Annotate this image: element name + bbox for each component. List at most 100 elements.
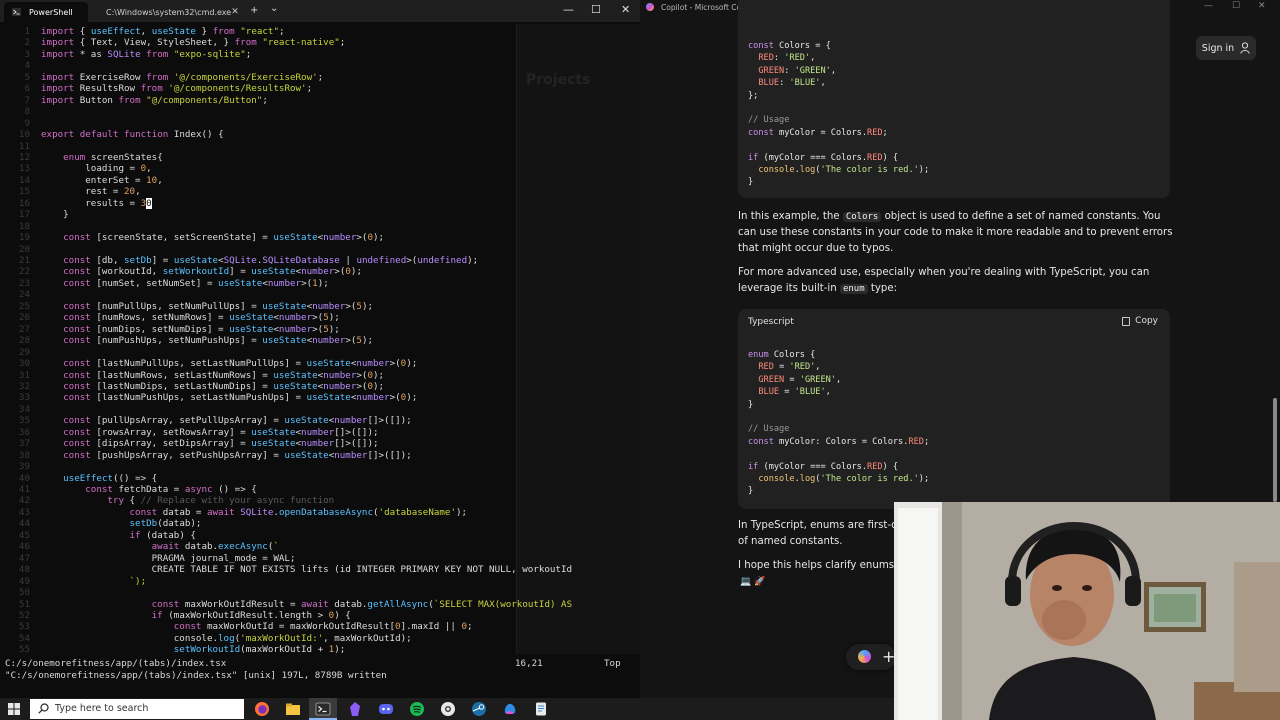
vim-status-line: C:/s/onemorefitness/app/(tabs)/index.tsx… xyxy=(0,658,640,670)
firefox-icon[interactable] xyxy=(254,701,270,717)
minimize-icon[interactable]: — xyxy=(1204,1,1213,11)
code-line: 40 useEffect(() => { xyxy=(0,473,640,484)
line-number: 31 xyxy=(18,369,30,381)
line-text: setDb(datab); xyxy=(129,518,202,530)
line-text: if (datab) { xyxy=(129,529,196,541)
close-tab-icon[interactable]: ✕ xyxy=(231,7,239,17)
notepad-icon[interactable] xyxy=(533,701,549,717)
line-number: 37 xyxy=(18,438,30,450)
code-line: 54 console.log('maxWorkOutId:', maxWorkO… xyxy=(0,633,640,644)
inline-code: Colors xyxy=(842,212,882,222)
code-line: 22 const [workoutId, setWorkoutId] = use… xyxy=(0,266,640,277)
line-text: `); xyxy=(129,575,147,587)
discord-icon[interactable] xyxy=(378,701,394,717)
line-number: 55 xyxy=(18,644,30,656)
sign-in-button[interactable]: Sign in xyxy=(1196,36,1256,60)
steam-icon[interactable] xyxy=(471,701,487,717)
line-number: 49 xyxy=(18,575,30,587)
vim-message-line: "C:/s/onemorefitness/app/(tabs)/index.ts… xyxy=(0,670,640,682)
windows-taskbar: Type here to search xyxy=(0,698,894,720)
taskbar-search[interactable]: Type here to search xyxy=(30,699,244,719)
code-line: 37 const [dipsArray, setDipsArray] = use… xyxy=(0,438,640,449)
new-tab-button[interactable]: + xyxy=(250,3,258,19)
copilot-icon[interactable] xyxy=(502,701,518,717)
code-line: 5 import ExerciseRow from '@/components/E… xyxy=(0,72,640,83)
spotify-icon[interactable] xyxy=(409,701,425,717)
line-text: const maxWorkOutId = maxWorkOutIdResult[… xyxy=(173,621,473,633)
terminal-tab-bar: PowerShell C:\Windows\system32\cmd.exe ✕… xyxy=(0,0,640,22)
code-line: 13 loading = 0, xyxy=(0,163,640,174)
terminal-window[interactable]: PowerShell C:\Windows\system32\cmd.exe ✕… xyxy=(0,0,640,698)
line-text: results = 30 xyxy=(41,197,152,209)
line-number: 41 xyxy=(18,484,30,495)
code-line: } xyxy=(748,399,754,410)
line-text: import Button from "@/components/Button"… xyxy=(41,94,268,106)
code-line: console.log('The color is red.'); xyxy=(758,165,930,175)
terminal-icon[interactable] xyxy=(315,701,331,717)
line-number: 48 xyxy=(18,564,30,576)
line-number: 42 xyxy=(18,495,30,507)
code-line: 1 import { useEffect, useState } from "re… xyxy=(0,26,640,37)
line-text: const [workoutId, setWorkoutId] = useSta… xyxy=(63,266,362,278)
line-number: 24 xyxy=(18,289,30,301)
tab-dropdown-icon[interactable]: ⌄ xyxy=(270,1,278,17)
code-line: 35 const [pullUpsArray, setPullUpsArray]… xyxy=(0,415,640,426)
line-number: 13 xyxy=(18,163,30,175)
code-line: 27 const [numDips, setNumDips] = useStat… xyxy=(0,324,640,335)
file-explorer-icon[interactable] xyxy=(285,701,301,717)
code-line: 38 const [pushUpsArray, setPushUpsArray]… xyxy=(0,450,640,461)
scrollbar-thumb[interactable] xyxy=(1273,398,1277,502)
code-line: 29 xyxy=(0,347,640,358)
code-line: 43 const datab = await SQLite.openDataba… xyxy=(0,507,640,518)
user-icon xyxy=(1240,42,1250,54)
line-text: setWorkoutId(maxWorkOutId + 1); xyxy=(173,644,346,656)
code-line: 39 xyxy=(0,461,640,472)
line-text: try { // Replace with your async functio… xyxy=(107,495,335,507)
maximize-button[interactable]: ☐ xyxy=(591,2,601,18)
close-button[interactable]: ✕ xyxy=(621,2,630,18)
search-placeholder: Type here to search xyxy=(55,703,149,714)
line-number: 6 xyxy=(24,83,30,95)
code-line: 30 const [lastNumPullUps, setLastNumPull… xyxy=(0,358,640,369)
minimize-button[interactable]: — xyxy=(563,2,574,18)
code-line: 28 const [numPushUps, setNumPushUps] = u… xyxy=(0,335,640,346)
status-scroll: Top xyxy=(604,658,621,669)
line-text: useEffect(() => { xyxy=(63,472,158,484)
line-number: 43 xyxy=(18,506,30,518)
code-line: 8 xyxy=(0,106,640,117)
line-number: 26 xyxy=(18,312,30,324)
copy-code-button[interactable]: Copy xyxy=(1122,316,1158,326)
code-line: 34 xyxy=(0,404,640,415)
obsidian-icon[interactable] xyxy=(347,701,363,717)
code-block-ts: Typescript Copy enum Colors { RED = 'RED… xyxy=(738,309,1170,509)
line-text: const [lastNumDips, setLastNumDips] = us… xyxy=(63,380,385,392)
code-line: 3 import * as SQLite from "expo-sqlite"; xyxy=(0,49,640,60)
code-line: 53 const maxWorkOutId = maxWorkOutIdResu… xyxy=(0,621,640,632)
close-icon[interactable]: ✕ xyxy=(1258,1,1266,11)
code-line: 16 results = 30 xyxy=(0,197,640,209)
code-line: } xyxy=(748,486,754,497)
code-line: console.log('The color is red.'); xyxy=(758,474,930,484)
vim-editor[interactable]: 1 import { useEffect, useState } from "re… xyxy=(0,24,640,656)
tab-powershell[interactable]: PowerShell xyxy=(4,2,88,22)
tab-cmd[interactable]: C:\Windows\system32\cmd.exe ✕ xyxy=(90,2,240,22)
code-line: BLUE: 'BLUE', xyxy=(758,78,826,89)
line-text: const [lastNumPushUps, setLastNumPushUps… xyxy=(63,392,418,404)
line-text: const [numPushUps, setNumPushUps] = useS… xyxy=(63,335,374,347)
inline-code: enum xyxy=(839,284,868,294)
line-text: const [pullUpsArray, setPullUpsArray] = … xyxy=(63,415,412,427)
line-number: 29 xyxy=(18,346,30,358)
chrome-icon[interactable] xyxy=(440,701,456,717)
code-line: RED = 'RED', xyxy=(758,362,821,373)
code-line: 6 import ResultsRow from '@/components/Re… xyxy=(0,83,640,94)
line-number: 4 xyxy=(24,60,30,72)
text: For more advanced use, especially when y… xyxy=(738,267,1150,294)
maximize-icon[interactable]: ☐ xyxy=(1232,1,1240,11)
line-text: const [numDips, setNumDips] = useState<n… xyxy=(63,323,340,335)
line-number: 17 xyxy=(18,209,30,221)
code-line: // Usage xyxy=(748,424,790,435)
new-chat-fab[interactable]: + xyxy=(846,644,896,670)
code-line: 48 CREATE TABLE IF NOT EXISTS lifts (id … xyxy=(0,564,640,575)
line-number: 34 xyxy=(18,403,30,415)
windows-start-icon[interactable] xyxy=(8,703,20,715)
